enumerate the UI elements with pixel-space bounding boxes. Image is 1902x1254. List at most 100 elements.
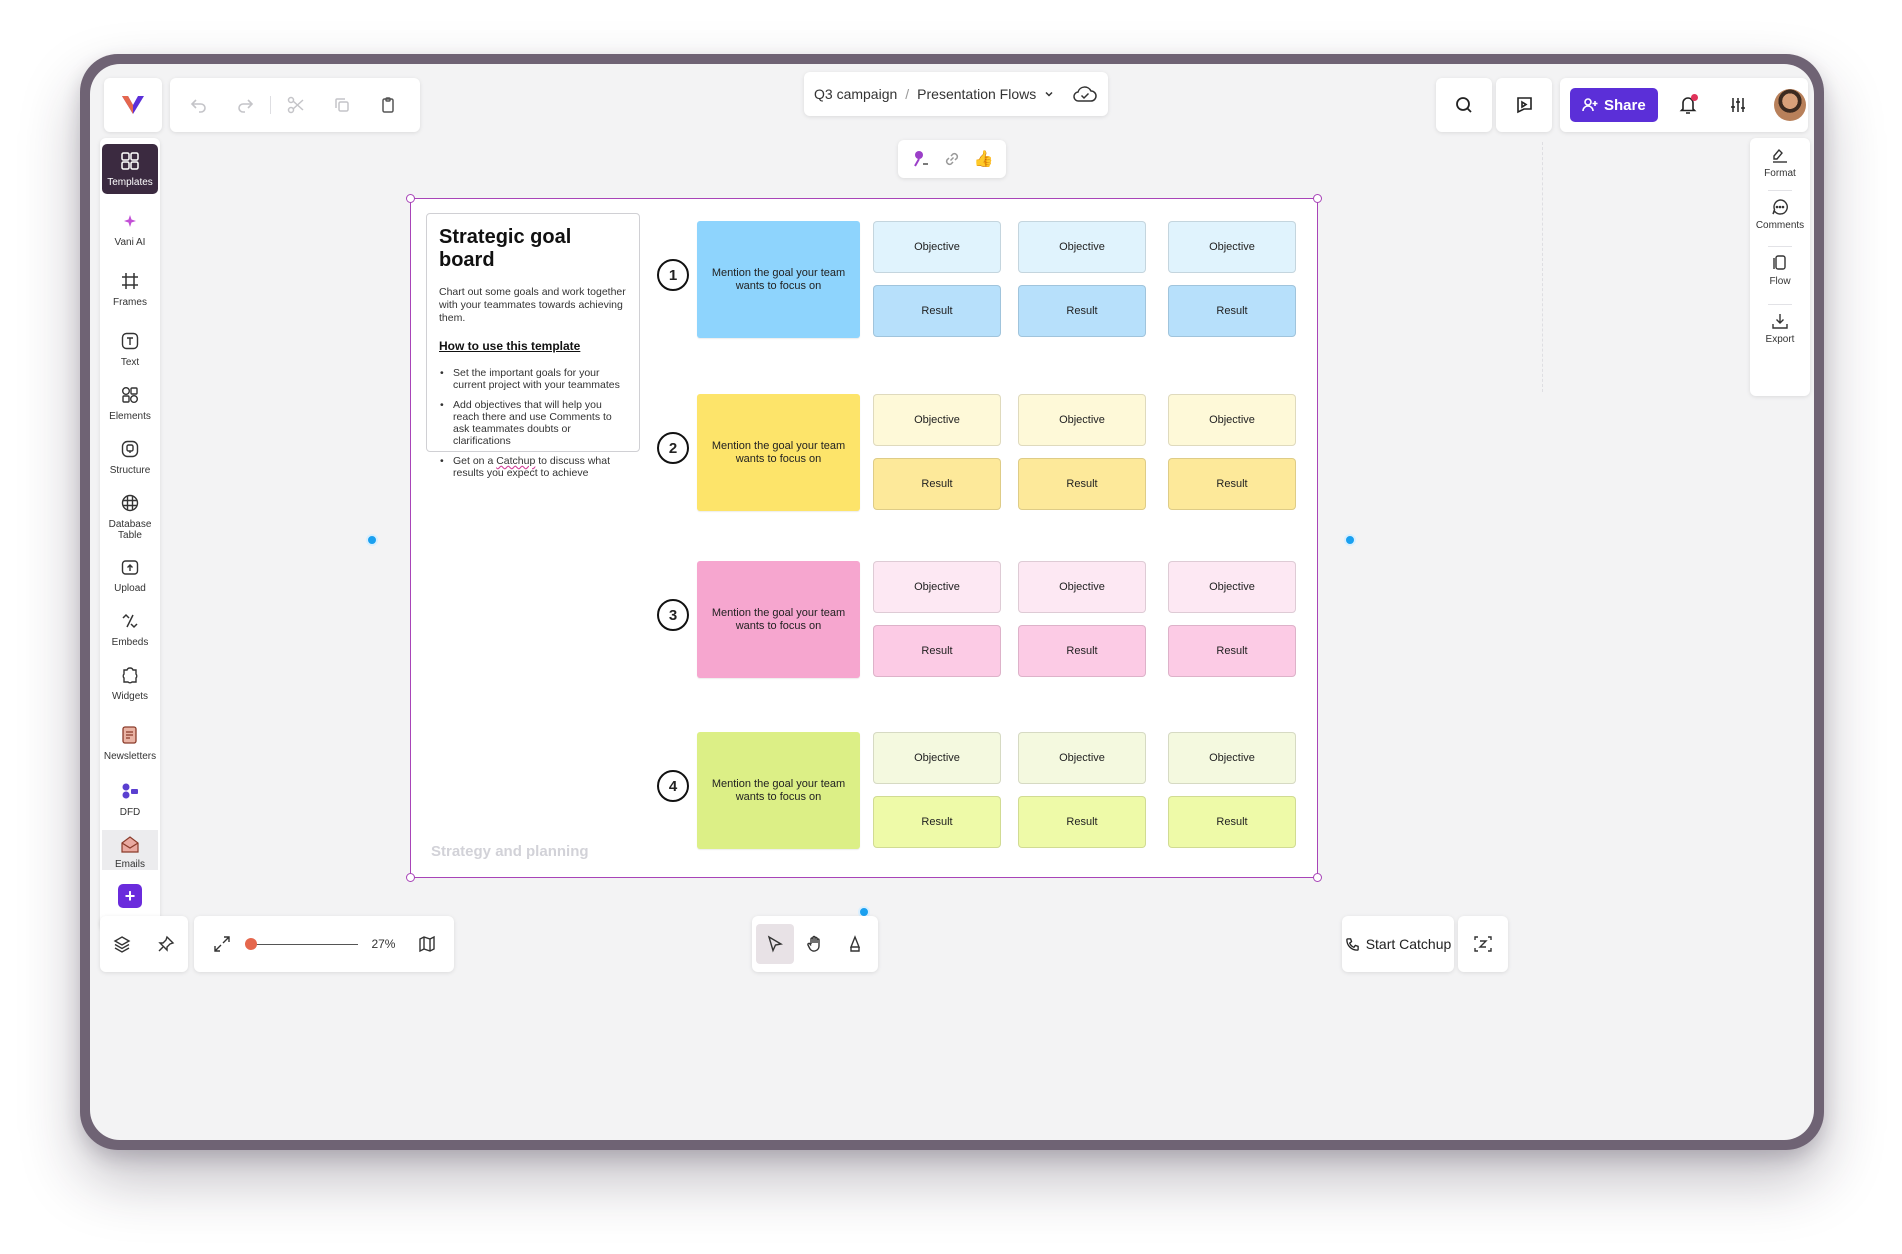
slider-knob[interactable] [245,938,258,950]
tool-vani-ai[interactable]: Vani AI [102,208,158,248]
objective-card[interactable]: Objective [873,732,1001,784]
resize-handle[interactable] [1313,194,1322,203]
result-card[interactable]: Result [873,625,1001,677]
row-number-badge: 3 [657,599,689,631]
zoom-slider[interactable] [245,937,358,951]
cut-icon[interactable] [273,82,319,128]
result-card[interactable]: Result [1018,458,1146,510]
layers-icon[interactable] [113,935,131,953]
map-icon[interactable] [409,926,444,962]
rtool-format[interactable]: Format [1750,146,1810,179]
copy-icon[interactable] [319,82,365,128]
resize-handle[interactable] [1313,873,1322,882]
chevron-down-icon[interactable] [1044,89,1054,99]
settings-sliders-button[interactable] [1718,85,1758,125]
sliders-icon [1730,98,1745,112]
upload-icon [121,554,139,580]
tool-templates[interactable]: Templates [102,144,158,194]
objective-card[interactable]: Objective [1168,394,1296,446]
select-cursor-icon[interactable] [756,924,794,964]
add-tool-button[interactable]: + [118,884,142,908]
howto-item: Set the important goals for your current… [439,367,627,391]
breadcrumb-project[interactable]: Q3 campaign [814,86,897,102]
objective-card[interactable]: Objective [1168,561,1296,613]
search-button[interactable] [1436,78,1492,132]
fit-screen-icon[interactable] [204,926,239,962]
objective-card[interactable]: Objective [873,394,1001,446]
notifications-button[interactable] [1668,85,1708,125]
rtool-label: Comments [1755,220,1805,231]
result-card[interactable]: Result [1018,625,1146,677]
goal-sticky[interactable]: Mention the goal your team wants to focu… [697,221,860,338]
paste-icon[interactable] [365,82,411,128]
resize-handle[interactable] [406,873,415,882]
breadcrumb-page[interactable]: Presentation Flows [917,86,1036,102]
cloud-saved-icon[interactable] [1072,85,1098,103]
objective-card[interactable]: Objective [1018,561,1146,613]
present-button[interactable] [1496,78,1552,132]
pen-icon[interactable] [836,924,874,964]
template-frame[interactable]: Strategic goal board Chart out some goal… [410,198,1318,878]
result-card[interactable]: Result [1168,796,1296,848]
header-actions: Share [1560,78,1808,132]
howto-title: How to use this template [439,339,581,353]
tool-database-table[interactable]: Database Table [102,490,158,541]
resize-handle[interactable] [406,194,415,203]
tool-structure[interactable]: Structure [102,436,158,476]
tool-dfd[interactable]: DFD [102,778,158,818]
divider [1768,304,1792,305]
rtool-flow[interactable]: Flow [1750,254,1810,287]
tool-widgets[interactable]: Widgets [102,662,158,702]
tool-embeds[interactable]: Embeds [102,608,158,648]
result-card[interactable]: Result [873,285,1001,337]
app-logo[interactable] [104,78,162,132]
rtool-comments[interactable]: Comments [1750,198,1810,231]
result-card[interactable]: Result [1018,796,1146,848]
objective-card[interactable]: Objective [1018,394,1146,446]
objective-card[interactable]: Objective [1168,732,1296,784]
pin-icon[interactable] [157,935,175,953]
tool-emails[interactable]: Emails [102,830,158,870]
tool-upload[interactable]: Upload [102,554,158,594]
undo-icon[interactable] [176,82,222,128]
result-card[interactable]: Result [873,796,1001,848]
rtool-export[interactable]: Export [1750,312,1810,345]
redo-icon[interactable] [222,82,268,128]
tool-text[interactable]: Text [102,328,158,368]
format-icon [1771,146,1789,164]
tool-elements[interactable]: Elements [102,382,158,422]
share-button[interactable]: Share [1570,88,1658,122]
goal-sticky[interactable]: Mention the goal your team wants to focu… [697,561,860,678]
thumbs-up-icon[interactable]: 👍 [974,149,994,169]
goal-sticky[interactable]: Mention the goal your team wants to focu… [697,394,860,511]
start-catchup-button[interactable]: Start Catchup [1342,916,1454,972]
elements-icon [121,382,139,408]
connector-handle[interactable] [1344,534,1356,546]
embed-icon [121,608,139,634]
screen-capture-button[interactable] [1458,916,1508,972]
search-icon [1456,97,1472,113]
result-card[interactable]: Result [873,458,1001,510]
tool-label: Text [120,357,140,368]
avatar[interactable] [1773,89,1806,121]
objective-card[interactable]: Objective [1018,221,1146,273]
dfd-icon [120,778,140,804]
objective-card[interactable]: Objective [1168,221,1296,273]
device-frame: Q3 campaign / Presentation Flows 👍 Share [80,54,1824,1150]
objective-card[interactable]: Objective [873,221,1001,273]
divider [1768,246,1792,247]
objective-card[interactable]: Objective [873,561,1001,613]
result-card[interactable]: Result [1018,285,1146,337]
result-card[interactable]: Result [1168,625,1296,677]
objective-card[interactable]: Objective [1018,732,1146,784]
tool-newsletters[interactable]: Newsletters [102,722,158,762]
tool-label: Upload [114,583,146,594]
tool-frames[interactable]: Frames [102,268,158,308]
goal-sticky[interactable]: Mention the goal your team wants to focu… [697,732,860,849]
hand-pan-icon[interactable] [796,924,834,964]
result-card[interactable]: Result [1168,285,1296,337]
link-icon[interactable] [943,150,961,168]
connector-handle[interactable] [366,534,378,546]
result-card[interactable]: Result [1168,458,1296,510]
pin-add-icon[interactable] [910,149,930,169]
